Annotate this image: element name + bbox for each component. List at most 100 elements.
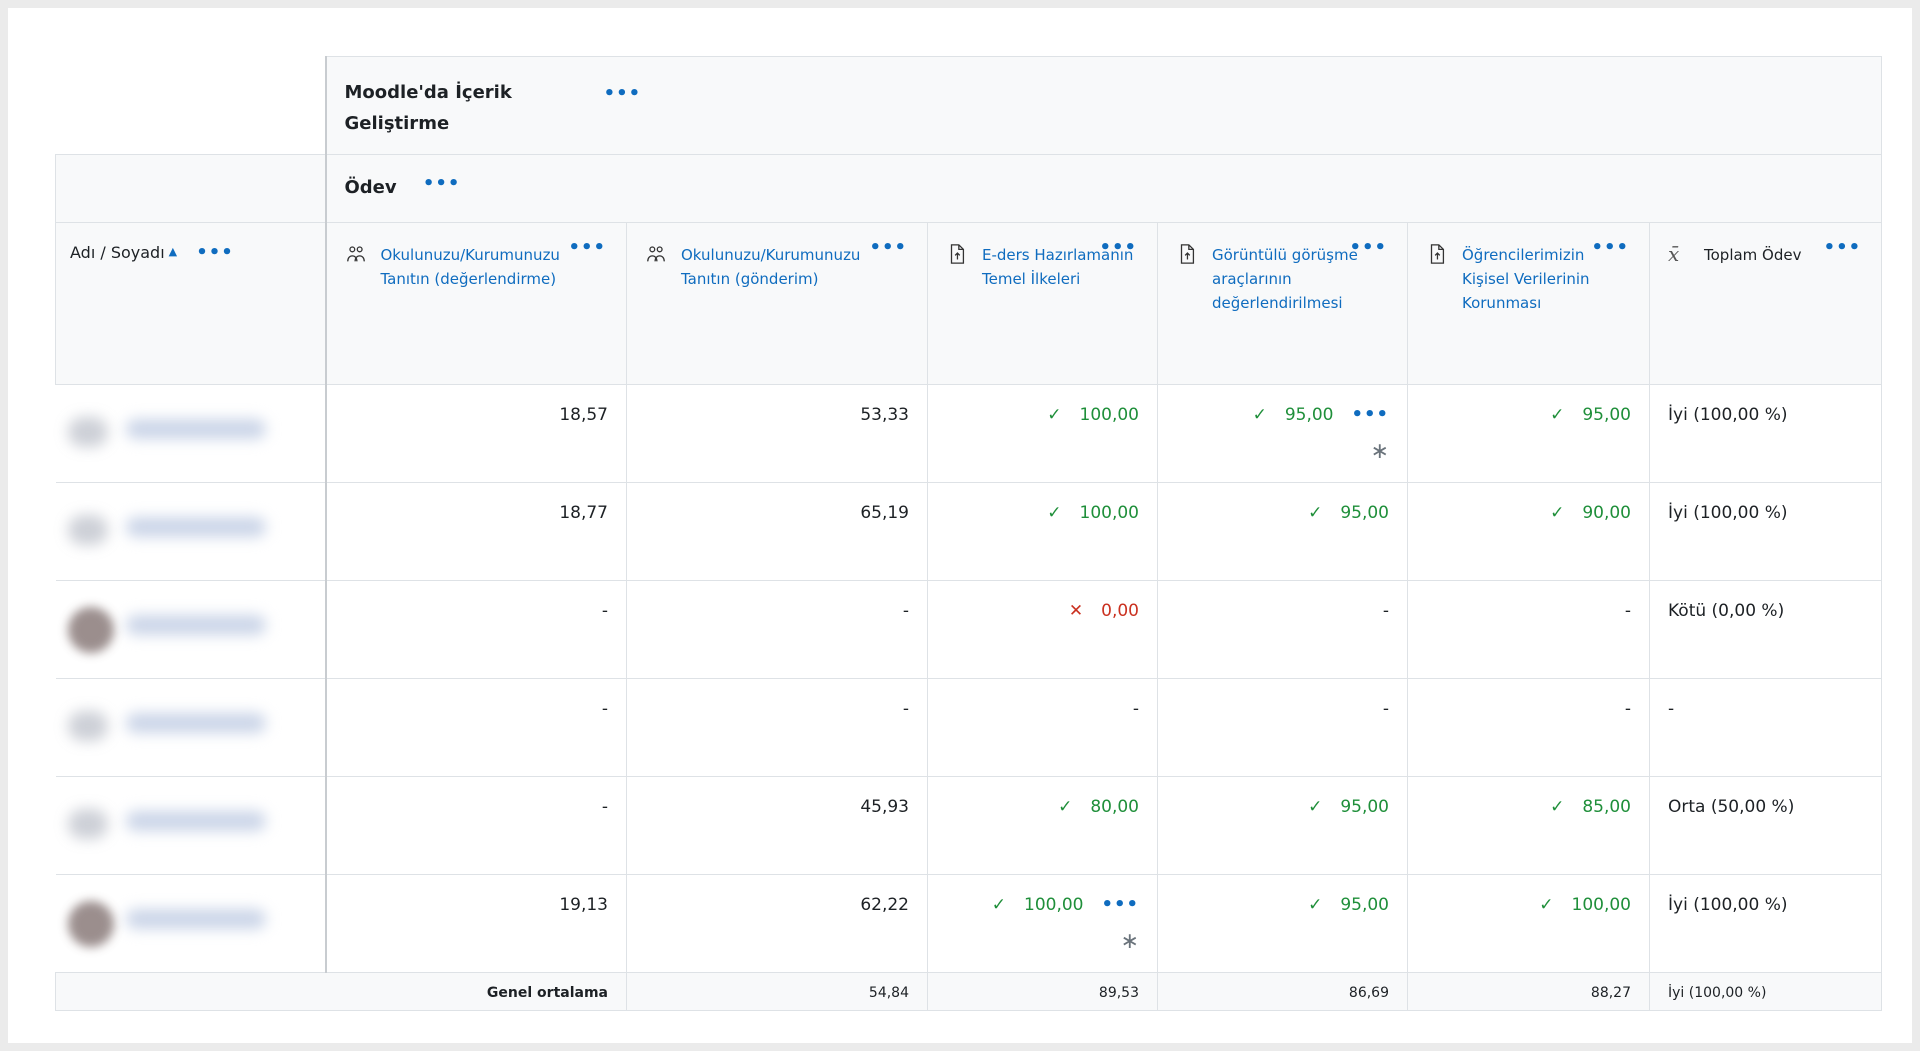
total-cell: İyi (100,00 %) (1648, 874, 1883, 973)
grade-cell[interactable]: - (1407, 678, 1650, 777)
grade-cell[interactable]: - (626, 678, 928, 777)
grade-cell[interactable]: 65,19 (626, 482, 928, 581)
grade-cell[interactable]: - (1157, 580, 1408, 679)
grade-cell[interactable]: 62,22 (626, 874, 928, 973)
grade-cell[interactable]: ✓ 95,00 (1157, 482, 1408, 581)
name-column-menu-icon[interactable]: ••• (196, 242, 234, 263)
cell-menu-icon[interactable]: ••• (1351, 404, 1389, 425)
student-name-blurred[interactable] (125, 615, 266, 635)
grade-cell[interactable]: - (626, 580, 928, 679)
grade-cell[interactable]: ✓ 95,00 ••• ∗ (1157, 384, 1408, 483)
total-cell: İyi (100,00 %) (1648, 482, 1883, 581)
student-name-cell[interactable] (55, 678, 326, 777)
student-name-blurred[interactable] (125, 909, 266, 929)
table-row: - - - - - - (55, 678, 1883, 777)
grade-cell[interactable]: 18,77 (324, 482, 627, 581)
check-icon: ✓ (1058, 797, 1073, 817)
average-cell: 86,69 (1157, 972, 1408, 1011)
table-row: - 45,93 ✓ 80,00 ✓ 95,00 ✓ 85,00 Orta (50,00… (55, 776, 1883, 875)
average-total-cell: İyi (100,00 %) (1648, 972, 1883, 1011)
item-header-4: Görüntülü görüşme araçlarının değerlendi… (1157, 222, 1408, 385)
student-name-blurred[interactable] (125, 419, 266, 439)
grade-cell[interactable]: 18,57 (324, 384, 627, 483)
check-icon: ✓ (1308, 895, 1323, 915)
grade-cell[interactable]: ✓ 95,00 (1407, 384, 1650, 483)
check-icon: ✓ (1550, 503, 1565, 523)
total-cell: - (1648, 678, 1883, 777)
table-row: 18,77 65,19 ✓ 100,00 ✓ 95,00 ✓ 90,00 İyi (1… (55, 482, 1883, 581)
avatar (67, 515, 108, 545)
grade-cell[interactable]: 53,33 (626, 384, 928, 483)
subcategory-title: Ödev (344, 177, 397, 198)
grade-cell[interactable]: ✓ 100,00 (927, 482, 1158, 581)
item-menu-icon-6[interactable]: ••• (1824, 239, 1862, 257)
average-cell: 54,84 (626, 972, 928, 1011)
grade-cell[interactable]: - (324, 580, 627, 679)
name-column-header[interactable]: Adı / Soyadı ▲ ••• (55, 222, 326, 385)
grade-cell[interactable]: ✓ 95,00 (1157, 874, 1408, 973)
subcategory-header: Ödev ••• (324, 154, 1883, 223)
grade-cell[interactable]: ✓ 100,00 ••• ∗ (927, 874, 1158, 973)
item-header-3: E-ders Hazırlamanın Temel İlkeleri ••• (927, 222, 1158, 385)
item-menu-icon-2[interactable]: ••• (869, 239, 907, 257)
item-menu-icon-1[interactable]: ••• (568, 239, 606, 257)
page-frame: Moodle'da İçerik Geliştirme ••• Ödev •••… (8, 8, 1912, 1043)
avatar (67, 607, 114, 653)
grade-cell[interactable]: - (1407, 580, 1650, 679)
name-sort-link[interactable]: Adı / Soyadı (70, 243, 165, 262)
subcategory-header-row: Ödev ••• (55, 154, 1883, 223)
student-name-blurred[interactable] (125, 713, 266, 733)
grade-cell[interactable]: 45,93 (626, 776, 928, 875)
item-menu-icon-5[interactable]: ••• (1591, 239, 1629, 257)
assignment-icon (1430, 244, 1445, 264)
grade-cell[interactable]: ✓ 100,00 (927, 384, 1158, 483)
student-name-cell[interactable] (55, 482, 326, 581)
grade-cell[interactable]: ✓ 85,00 (1407, 776, 1650, 875)
student-name-blurred[interactable] (125, 811, 266, 831)
category-menu-icon[interactable]: ••• (604, 83, 642, 104)
item-menu-icon-4[interactable]: ••• (1349, 239, 1387, 257)
subcategory-menu-icon[interactable]: ••• (423, 173, 461, 194)
grade-cell[interactable]: ✓ 90,00 (1407, 482, 1650, 581)
student-name-cell[interactable] (55, 580, 326, 679)
item-menu-icon-3[interactable]: ••• (1099, 239, 1137, 257)
student-name-blurred[interactable] (125, 517, 266, 537)
total-cell: Kötü (0,00 %) (1648, 580, 1883, 679)
cross-icon: ✕ (1068, 601, 1084, 621)
avatar (67, 417, 108, 447)
assignment-icon (1180, 244, 1195, 264)
check-icon: ✓ (1308, 503, 1323, 523)
check-icon: ✓ (1047, 503, 1062, 523)
grade-cell[interactable]: - (1157, 678, 1408, 777)
item-header-6: x̄ Toplam Ödev ••• (1648, 222, 1883, 385)
check-icon: ✓ (1252, 405, 1267, 425)
grade-cell[interactable]: - (927, 678, 1158, 777)
overridden-asterisk-icon: ∗ (1370, 439, 1389, 464)
table-row: 19,13 62,22 ✓ 100,00 ••• ∗ ✓ 95,00 ✓ 100,00 İ… (55, 874, 1883, 973)
cell-menu-icon[interactable]: ••• (1101, 894, 1139, 915)
check-icon: ✓ (1539, 895, 1554, 915)
mean-icon: x̄ (1668, 242, 1680, 266)
grade-cell[interactable]: ✕ 0,00 (927, 580, 1158, 679)
grade-cell[interactable]: 19,13 (324, 874, 627, 973)
total-cell: İyi (100,00 %) (1648, 384, 1883, 483)
grader-table: Moodle'da İçerik Geliştirme ••• Ödev •••… (55, 56, 1883, 1011)
grade-cell[interactable]: ✓ 95,00 (1157, 776, 1408, 875)
grade-cell[interactable]: ✓ 80,00 (927, 776, 1158, 875)
sort-asc-icon[interactable]: ▲ (169, 245, 177, 258)
total-cell: Orta (50,00 %) (1648, 776, 1883, 875)
check-icon: ✓ (1047, 405, 1062, 425)
grade-cell[interactable]: - (324, 776, 627, 875)
grade-cell[interactable]: - (324, 678, 627, 777)
grade-cell[interactable]: ✓ 100,00 (1407, 874, 1650, 973)
student-name-cell[interactable] (55, 384, 326, 483)
student-name-cell[interactable] (55, 776, 326, 875)
table-row: - - ✕ 0,00 - - Kötü (0,00 %) (55, 580, 1883, 679)
overall-average-row: Genel ortalama 54,84 89,53 86,69 88,27 İ… (55, 972, 1883, 1011)
avatar (67, 809, 108, 839)
category-title: Moodle'da İçerik Geliştirme (344, 82, 512, 134)
item-header-1: Okulunuzu/Kurumunuzu Tanıtın (değerlendi… (324, 222, 627, 385)
student-name-cell[interactable] (55, 874, 326, 973)
grader-report: Moodle'da İçerik Geliştirme ••• Ödev •••… (55, 56, 1883, 1014)
item-header-5: Öğrencilerimizin Kişisel Verilerinin Kor… (1407, 222, 1650, 385)
